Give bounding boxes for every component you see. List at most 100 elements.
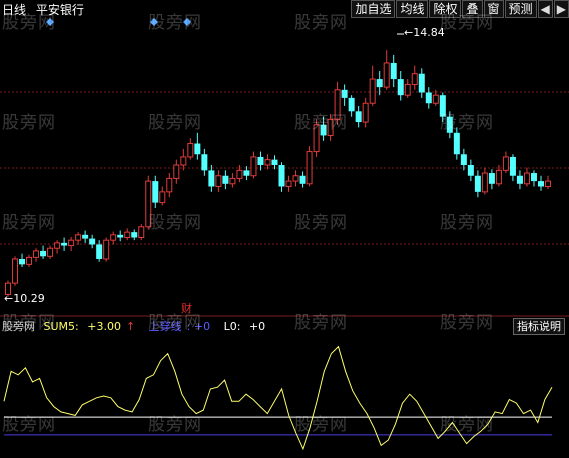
candle-body-up xyxy=(173,164,180,179)
candle-body-up xyxy=(495,169,502,185)
candle-body-up xyxy=(159,191,166,204)
indicator-name: 股旁网 xyxy=(2,320,35,333)
up-cross-label-text: 上穿线 xyxy=(148,320,182,333)
candle-body-down xyxy=(257,156,264,165)
candle-body-down xyxy=(453,132,460,155)
candle-body-up xyxy=(166,177,173,193)
candle-body-up xyxy=(432,94,439,104)
candle-body-up xyxy=(187,143,194,158)
candle-body-down xyxy=(376,79,383,88)
candle-body-down xyxy=(152,181,159,203)
ex-rights-button[interactable]: 除权 xyxy=(429,0,462,18)
low-price-label: ←10.29 xyxy=(4,292,45,305)
candle-body-down xyxy=(390,62,397,80)
candle-body-up xyxy=(313,124,320,153)
candle-body-up xyxy=(250,156,257,177)
candle-body-down xyxy=(446,116,453,133)
next-arrow-icon[interactable]: ▶ xyxy=(553,0,569,18)
candle-body-up xyxy=(103,239,110,260)
prev-arrow-icon[interactable]: ◀ xyxy=(537,0,553,18)
candle-body-up xyxy=(110,234,117,241)
window-button[interactable]: 窗 xyxy=(483,0,504,18)
candle-body-up xyxy=(215,175,222,187)
candle-body-up xyxy=(75,234,82,241)
add-watchlist-button[interactable]: 加自选 xyxy=(351,0,396,18)
indicator-help-button[interactable]: 指标说明 xyxy=(513,318,565,335)
candle-body-up xyxy=(12,258,19,284)
candle-body-up xyxy=(54,242,61,249)
high-price-value: 14.84 xyxy=(413,26,445,39)
sum-value: +3.00 xyxy=(87,320,121,333)
l0-label: L0: +0 xyxy=(224,320,271,333)
high-price-label: ←14.84 xyxy=(404,26,445,39)
candle-body-down xyxy=(299,175,306,184)
candle-body-up xyxy=(26,256,33,265)
candle-body-down xyxy=(222,175,229,184)
chart-canvas[interactable] xyxy=(0,0,569,458)
up-cross-value: +0 xyxy=(193,320,211,333)
moving-average-button[interactable]: 均线 xyxy=(396,0,429,18)
sum-label-text: SUM5: xyxy=(43,320,79,333)
candle-body-down xyxy=(82,234,89,239)
candle-body-down xyxy=(439,95,446,117)
financial-event-marker[interactable]: 财 xyxy=(181,300,192,316)
candle-body-down xyxy=(194,143,201,155)
candle-body-down xyxy=(40,250,47,257)
event-diamond-icon xyxy=(46,18,54,26)
l0-label-text: L0: xyxy=(223,320,241,333)
period-label: 日线 xyxy=(2,3,27,17)
sum-label: SUM5: +3.00 ↑ xyxy=(44,320,141,333)
candle-body-up xyxy=(68,239,75,247)
stock-name: 平安银行 xyxy=(35,3,84,17)
candle-body-up xyxy=(362,102,369,123)
candle-body-down xyxy=(201,154,208,171)
candle-body-up xyxy=(292,175,299,182)
candle-body-up xyxy=(124,231,131,238)
candle-body-down xyxy=(530,173,537,182)
candle-body-up xyxy=(481,172,488,193)
candle-body-down xyxy=(61,242,68,246)
candle-body-down xyxy=(117,234,124,238)
candle-body-up xyxy=(411,73,418,85)
kline-screen: 日线 平安银行 加自选 均线 除权 叠 窗 预测 ◀ ▶ ←14.84 ←10.… xyxy=(0,0,569,458)
candle-body-down xyxy=(278,165,285,187)
candle-body-down xyxy=(488,173,495,184)
candle-body-up xyxy=(236,169,243,179)
up-cross-label: 上穿线: +0 xyxy=(148,320,211,333)
low-price-value: 10.29 xyxy=(13,292,45,305)
candle-body-down xyxy=(348,97,355,112)
candle-body-down xyxy=(208,170,215,187)
candle-body-up xyxy=(138,226,145,239)
candle-body-up xyxy=(285,180,292,187)
candle-body-up xyxy=(327,118,334,136)
candle-body-up xyxy=(523,172,530,185)
candle-body-down xyxy=(537,181,544,187)
candle-body-down xyxy=(355,111,362,123)
candle-body-up xyxy=(369,78,376,104)
event-diamond-icon xyxy=(150,18,158,26)
candle-body-up xyxy=(502,156,509,171)
candle-body-up xyxy=(180,156,187,166)
candle-body-down xyxy=(425,92,432,104)
candle-body-up xyxy=(145,180,152,228)
overlay-button[interactable]: 叠 xyxy=(462,0,483,18)
forecast-button[interactable]: 预测 xyxy=(504,0,537,18)
candle-body-down xyxy=(516,175,523,184)
candle-body-down xyxy=(243,170,250,176)
candle-body-down xyxy=(89,238,96,245)
candle-body-down xyxy=(460,154,467,165)
candle-body-down xyxy=(467,165,474,176)
candle-body-up xyxy=(229,177,236,185)
candle-body-down xyxy=(474,175,481,192)
candle-body-up xyxy=(404,83,411,96)
stock-title: 日线 平安银行 xyxy=(2,1,90,18)
candle-body-up xyxy=(264,159,271,166)
candle-body-up xyxy=(383,62,390,88)
candle-body-up xyxy=(334,89,341,120)
candle-body-down xyxy=(19,258,26,265)
l0-value: +0 xyxy=(248,320,266,333)
event-diamond-icon xyxy=(183,18,191,26)
indicator-sum-line xyxy=(3,345,553,451)
candle-body-up xyxy=(545,180,551,187)
toolbar: 加自选 均线 除权 叠 窗 预测 ◀ ▶ xyxy=(350,0,569,18)
